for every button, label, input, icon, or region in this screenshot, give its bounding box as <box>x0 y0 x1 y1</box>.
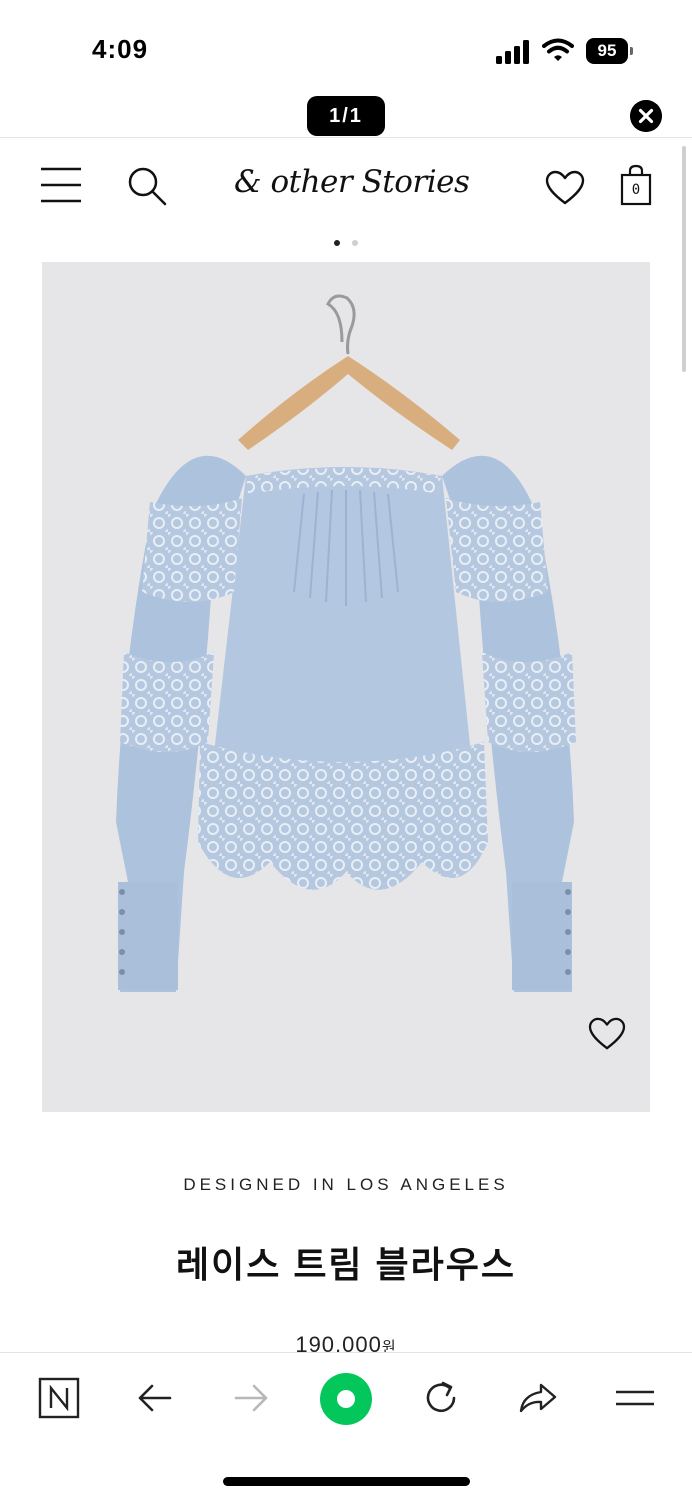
price-unit: 원 <box>381 1339 397 1352</box>
price-value: 190,000 <box>295 1332 382 1352</box>
status-bar: 4:09 95 <box>0 0 692 92</box>
site-header: & other Stories 0 <box>0 140 692 235</box>
search-icon[interactable] <box>126 165 168 207</box>
site-logo[interactable]: & other Stories <box>234 164 470 212</box>
forward-arrow-icon[interactable] <box>228 1375 274 1421</box>
product-title: 레이스 트림 블라우스 <box>175 1244 517 1285</box>
blouse-illustration <box>116 294 576 992</box>
product-image[interactable] <box>42 262 650 1112</box>
wishlist-heart-icon[interactable] <box>588 1017 626 1051</box>
heart-icon[interactable] <box>545 170 585 206</box>
menu-icon[interactable] <box>612 1375 658 1421</box>
carousel-dot-active[interactable] <box>334 240 340 246</box>
battery-icon: 95 <box>586 38 634 64</box>
bag-count: 0 <box>631 182 641 198</box>
home-indicator[interactable] <box>223 1477 470 1486</box>
browser-toolbar <box>0 1352 692 1500</box>
naver-n-icon[interactable] <box>36 1375 82 1421</box>
carousel-dot[interactable] <box>352 240 358 246</box>
back-arrow-icon[interactable] <box>132 1375 178 1421</box>
wifi-icon <box>542 38 574 61</box>
scrollbar[interactable] <box>682 146 686 372</box>
close-icon[interactable] <box>630 100 662 132</box>
home-circle-icon[interactable] <box>320 1373 372 1425</box>
page-counter: 1/1 <box>307 96 385 136</box>
battery-level: 95 <box>586 38 628 64</box>
status-time: 4:09 <box>92 34 149 64</box>
reload-icon[interactable] <box>418 1375 464 1421</box>
menu-icon[interactable] <box>40 166 82 204</box>
product-tagline: DESIGNED IN LOS ANGELES <box>183 1175 509 1194</box>
share-icon[interactable] <box>515 1375 561 1421</box>
signal-icon <box>496 40 529 64</box>
product-price: 190,000원 <box>0 1332 692 1352</box>
battery-tip <box>630 47 633 55</box>
carousel-dots <box>334 240 364 248</box>
